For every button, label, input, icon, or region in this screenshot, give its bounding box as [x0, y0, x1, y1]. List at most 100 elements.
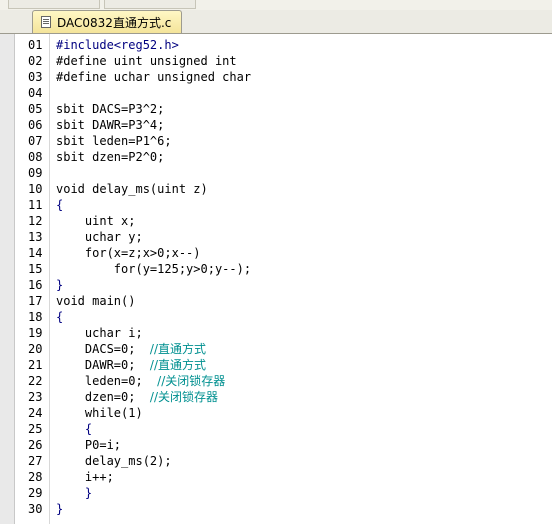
- code-text: dzen=0; //关闭锁存器: [56, 389, 218, 405]
- code-line[interactable]: 28 i++;: [0, 469, 552, 485]
- code-token: uchar i;: [56, 326, 143, 340]
- file-icon: [41, 16, 51, 28]
- code-text: }: [56, 485, 92, 501]
- code-line[interactable]: 26 P0=i;: [0, 437, 552, 453]
- code-line[interactable]: 13 uchar y;: [0, 229, 552, 245]
- line-number: 14: [28, 246, 43, 260]
- code-text: }: [56, 501, 63, 517]
- line-number: 03: [28, 70, 43, 84]
- code-token: sbit dzen=P2^0;: [56, 150, 165, 164]
- code-text: sbit DAWR=P3^4;: [56, 117, 164, 133]
- code-text: DAWR=0; //直通方式: [56, 357, 206, 373]
- line-number: 15: [28, 262, 43, 276]
- code-token: sbit DACS=P3^2;: [56, 102, 165, 116]
- code-text: {: [56, 421, 92, 437]
- code-text: sbit leden=P1^6;: [56, 133, 172, 149]
- code-token: i++;: [56, 470, 114, 484]
- line-number: 08: [28, 150, 43, 164]
- code-token: {: [56, 422, 93, 436]
- code-text: i++;: [56, 469, 114, 485]
- code-line[interactable]: 30}: [0, 501, 552, 517]
- code-line[interactable]: 09: [0, 165, 552, 181]
- code-token: }: [56, 278, 64, 292]
- code-token: dzen=0;: [56, 390, 150, 404]
- code-line[interactable]: 17 void main(): [0, 293, 552, 309]
- code-editor[interactable]: 01 #include<reg52.h> 02 #define uint unsign…: [0, 34, 552, 524]
- code-line[interactable]: 21 DAWR=0; //直通方式: [0, 357, 552, 373]
- line-number: 27: [28, 454, 43, 468]
- code-token: uint x;: [56, 214, 136, 228]
- toolbar-tab-fragment[interactable]: [104, 0, 196, 9]
- code-text: void main(): [56, 293, 135, 309]
- line-number: 17: [28, 294, 43, 308]
- code-line[interactable]: 07 sbit leden=P1^6;: [0, 133, 552, 149]
- line-number: 23: [28, 390, 43, 404]
- code-token: uchar y;: [56, 230, 143, 244]
- line-number: 04: [28, 86, 43, 100]
- line-number: 26: [28, 438, 43, 452]
- code-token: }: [56, 486, 93, 500]
- line-number: 24: [28, 406, 43, 420]
- toolbar-tab-fragment[interactable]: [8, 0, 100, 9]
- line-number: 25: [28, 422, 43, 436]
- code-comment: //关闭锁存器: [149, 390, 219, 404]
- code-token: {: [56, 198, 64, 212]
- code-token: }: [56, 502, 64, 516]
- code-token: while(1): [56, 406, 143, 420]
- code-line[interactable]: 23 dzen=0; //关闭锁存器: [0, 389, 552, 405]
- code-line[interactable]: 14 for(x=z;x>0;x--): [0, 245, 552, 261]
- code-line[interactable]: 27 delay_ms(2);: [0, 453, 552, 469]
- line-number: 22: [28, 374, 43, 388]
- line-number: 29: [28, 486, 43, 500]
- code-line[interactable]: 25 {: [0, 421, 552, 437]
- code-text: uint x;: [56, 213, 136, 229]
- code-line[interactable]: 20 DACS=0; //直通方式: [0, 341, 552, 357]
- code-line[interactable]: 24 while(1): [0, 405, 552, 421]
- line-number: 05: [28, 102, 43, 116]
- code-line[interactable]: 10 void delay_ms(uint z): [0, 181, 552, 197]
- code-text: {: [56, 197, 63, 213]
- code-text: uchar y;: [56, 229, 143, 245]
- code-text: for(y=125;y>0;y--);: [56, 261, 251, 277]
- code-line[interactable]: 15 for(y=125;y>0;y--);: [0, 261, 552, 277]
- code-line[interactable]: 06 sbit DAWR=P3^4;: [0, 117, 552, 133]
- code-line[interactable]: 11 {: [0, 197, 552, 213]
- tab-active-file[interactable]: DAC0832直通方式.c: [32, 10, 182, 33]
- code-text: DACS=0; //直通方式: [56, 341, 206, 357]
- line-number: 19: [28, 326, 43, 340]
- code-token: void delay_ms(uint z): [56, 182, 208, 196]
- code-text: for(x=z;x>0;x--): [56, 245, 201, 261]
- code-token: #define uchar unsigned char: [56, 70, 252, 84]
- code-token: leden=0;: [56, 374, 158, 388]
- code-line[interactable]: 01 #include<reg52.h>: [0, 37, 552, 53]
- code-line[interactable]: 19 uchar i;: [0, 325, 552, 341]
- code-line[interactable]: 18 {: [0, 309, 552, 325]
- code-line[interactable]: 05 sbit DACS=P3^2;: [0, 101, 552, 117]
- code-token: #include<reg52.h>: [56, 38, 179, 52]
- code-text: while(1): [56, 405, 143, 421]
- line-number: 07: [28, 134, 43, 148]
- code-line[interactable]: 03 #define uchar unsigned char: [0, 69, 552, 85]
- code-token: P0=i;: [56, 438, 122, 452]
- code-line[interactable]: 22 leden=0; //关闭锁存器: [0, 373, 552, 389]
- code-line[interactable]: 04: [0, 85, 552, 101]
- line-number: 01: [28, 38, 43, 52]
- line-number: 18: [28, 310, 43, 324]
- code-token: sbit DAWR=P3^4;: [56, 118, 165, 132]
- code-line[interactable]: 16}: [0, 277, 552, 293]
- code-text: }: [56, 277, 63, 293]
- code-token: void main(): [56, 294, 136, 308]
- code-line[interactable]: 08 sbit dzen=P2^0;: [0, 149, 552, 165]
- code-text: leden=0; //关闭锁存器: [56, 373, 225, 389]
- code-line[interactable]: 29 }: [0, 485, 552, 501]
- line-number: 21: [28, 358, 43, 372]
- code-comment: //关闭锁存器: [157, 374, 226, 388]
- code-token: {: [56, 310, 64, 324]
- code-token: delay_ms(2);: [56, 454, 172, 468]
- code-token: for(x=z;x>0;x--): [56, 246, 201, 260]
- code-line[interactable]: 12 uint x;: [0, 213, 552, 229]
- code-line[interactable]: 02 #define uint unsigned int: [0, 53, 552, 69]
- line-number: 16: [28, 278, 43, 292]
- code-text: P0=i;: [56, 437, 121, 453]
- tab-filename: DAC0832直通方式.c: [57, 15, 172, 30]
